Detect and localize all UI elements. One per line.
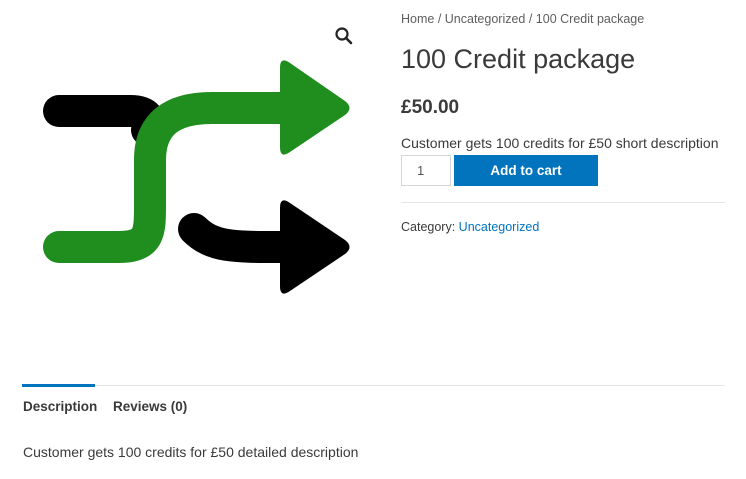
breadcrumb: Home / Uncategorized / 100 Credit packag… bbox=[401, 12, 644, 26]
product-short-description: Customer gets 100 credits for £50 short … bbox=[401, 135, 719, 151]
quantity-input[interactable]: 1 bbox=[401, 155, 451, 186]
tab-reviews[interactable]: Reviews (0) bbox=[113, 399, 187, 414]
description-panel-text: Customer gets 100 credits for £50 detail… bbox=[23, 444, 359, 460]
product-meta: Category: Uncategorized bbox=[401, 220, 539, 234]
black-upper-stroke bbox=[43, 95, 165, 146]
black-lower-arrowhead bbox=[280, 200, 350, 294]
breadcrumb-home-link[interactable]: Home bbox=[401, 12, 434, 26]
active-tab-indicator bbox=[22, 384, 95, 387]
shuffle-arrows-icon[interactable] bbox=[22, 0, 362, 340]
tabs-divider bbox=[22, 385, 725, 386]
tab-description[interactable]: Description bbox=[23, 399, 97, 414]
product-title: 100 Credit package bbox=[401, 44, 636, 74]
product-price: £50.00 bbox=[401, 97, 460, 118]
black-lower-shaft bbox=[178, 213, 298, 263]
quantity-value: 1 bbox=[417, 163, 425, 178]
search-icon[interactable] bbox=[334, 26, 354, 46]
summary-divider bbox=[401, 202, 725, 203]
green-curve-stroke bbox=[43, 92, 303, 263]
add-to-cart-button[interactable]: Add to cart bbox=[454, 155, 598, 186]
breadcrumb-current: 100 Credit package bbox=[535, 12, 645, 26]
category-label: Category: bbox=[401, 220, 459, 234]
product-gallery bbox=[22, 0, 362, 340]
breadcrumb-separator: / bbox=[525, 12, 536, 26]
category-link[interactable]: Uncategorized bbox=[459, 220, 540, 234]
breadcrumb-separator: / bbox=[434, 12, 445, 26]
breadcrumb-category-link[interactable]: Uncategorized bbox=[445, 12, 526, 26]
green-arrowhead bbox=[280, 60, 350, 155]
